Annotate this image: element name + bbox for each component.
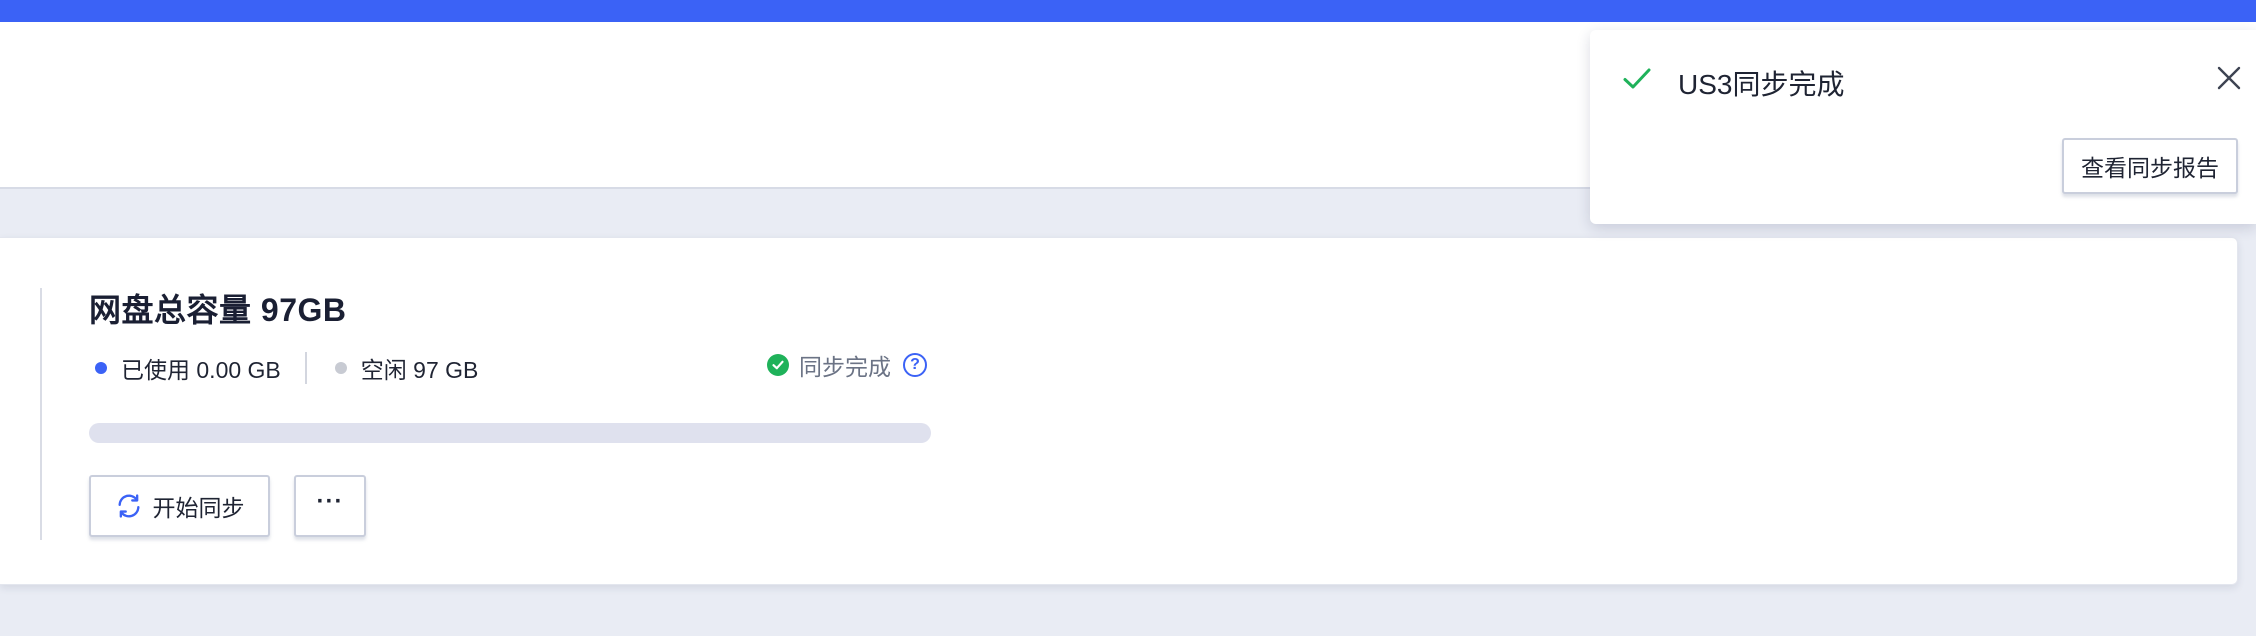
used-item: 已使用 0.00 GB [95, 351, 281, 385]
used-dot-icon [95, 362, 107, 374]
sync-complete-toast: US3同步完成 查看同步报告 [1590, 30, 2256, 224]
check-icon [1623, 68, 1651, 89]
usage-separator [304, 352, 307, 384]
more-label: ··· [316, 488, 344, 515]
sync-icon [118, 494, 139, 518]
start-sync-label: 开始同步 [152, 495, 245, 521]
used-label: 已使用 0.00 GB [121, 357, 281, 383]
toast-title: US3同步完成 [1678, 69, 1845, 100]
more-options-button[interactable]: ··· [294, 475, 366, 537]
start-sync-button[interactable]: 开始同步 [89, 475, 270, 537]
usage-row: 已使用 0.00 GB 空闲 97 GB [95, 352, 478, 384]
close-icon[interactable] [2216, 65, 2242, 91]
card-divider [40, 288, 42, 540]
success-check-icon [767, 354, 789, 376]
view-sync-report-button[interactable]: 查看同步报告 [2062, 138, 2238, 194]
help-icon[interactable]: ? [903, 353, 927, 377]
storage-progress-bar [89, 423, 931, 443]
sync-status: 同步完成 ? [767, 349, 927, 381]
free-dot-icon [334, 362, 347, 374]
storage-card: 网盘总容量 97GB 已使用 0.00 GB 空闲 97 GB 同步完成 ? 开… [0, 237, 2238, 585]
free-item: 空闲 97 GB [334, 351, 479, 385]
top-accent-bar [0, 0, 2256, 22]
sync-status-label: 同步完成 [799, 354, 891, 380]
storage-total-title: 网盘总容量 97GB [89, 292, 347, 328]
free-label: 空闲 97 GB [360, 357, 479, 383]
